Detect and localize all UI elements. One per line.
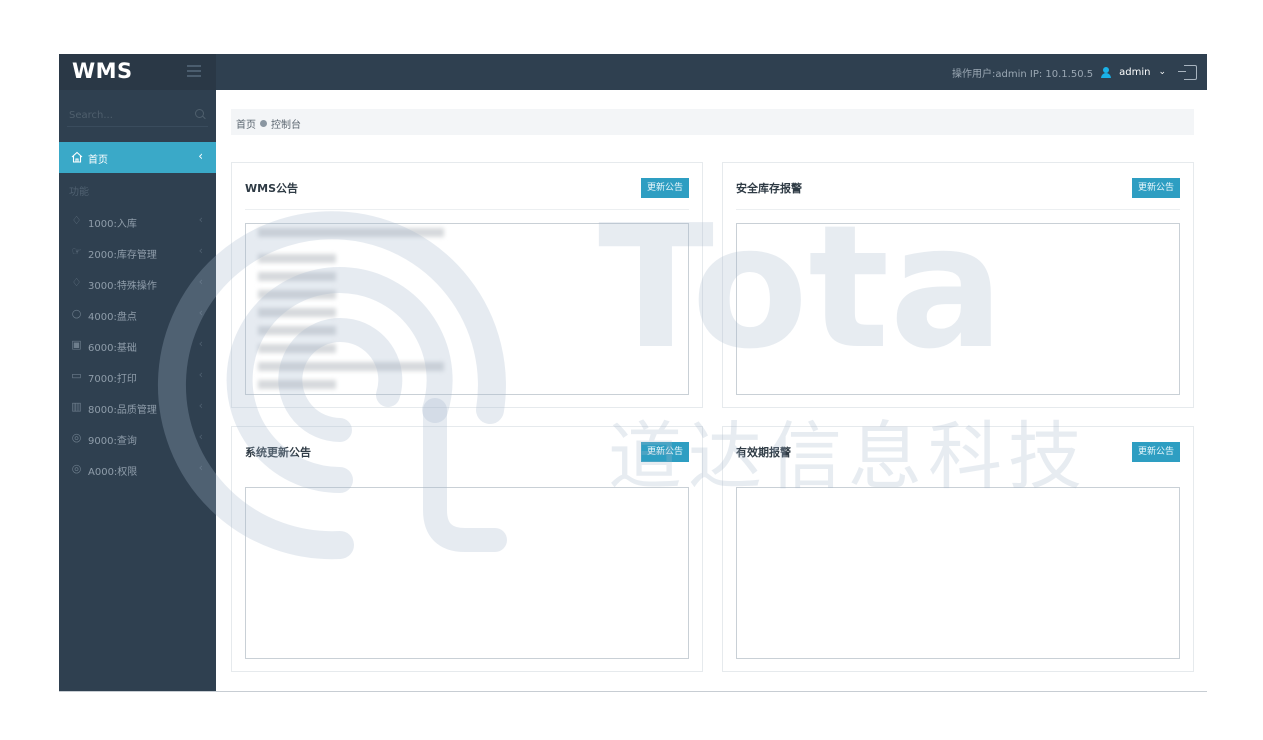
- chevron-left-icon: ‹: [198, 461, 203, 474]
- chevron-left-icon: ‹: [198, 306, 203, 319]
- chevron-left-icon: ‹: [198, 430, 203, 443]
- user-menu[interactable]: admin: [1119, 67, 1150, 78]
- blurred-text: [258, 290, 336, 299]
- home-icon: [71, 151, 83, 163]
- sidebar-item-label: 9000:查询: [88, 436, 137, 447]
- update-notice-button[interactable]: 更新公告: [1131, 178, 1180, 198]
- menu-toggle-icon[interactable]: [187, 65, 201, 79]
- chevron-left-icon: ‹: [198, 149, 203, 163]
- chevron-left-icon: ‹: [198, 275, 203, 288]
- sidebar-item-inventory[interactable]: ☞ 2000:库存管理 ‹: [59, 237, 216, 268]
- sidebar-item-label: 7000:打印: [88, 374, 137, 385]
- chevron-left-icon: ‹: [198, 244, 203, 257]
- update-notice-button[interactable]: 更新公告: [640, 178, 689, 198]
- sidebar-item-label: 3000:特殊操作: [88, 281, 157, 292]
- box-icon: ▣: [71, 338, 82, 351]
- top-right-area: 操作用户:admin IP: 10.1.50.5 admin ⌄: [952, 54, 1197, 90]
- panel-safety-stock-alert: 安全库存报警 更新公告: [722, 162, 1194, 408]
- user-icon: [1101, 66, 1112, 78]
- operator-info: 操作用户:admin IP: 10.1.50.5: [951, 68, 1094, 80]
- sidebar-section-label: 功能: [69, 187, 89, 198]
- sidebar-item-label: 6000:基础: [88, 343, 137, 354]
- location-icon: ◎: [71, 431, 82, 444]
- location-icon: ◎: [71, 462, 82, 475]
- bulb-icon: ○: [71, 307, 82, 320]
- divider: [736, 209, 1180, 210]
- sidebar-item-quality[interactable]: ▥ 8000:品质管理 ‹: [59, 392, 216, 423]
- sidebar-item-label: 8000:品质管理: [88, 405, 157, 416]
- blurred-text: [258, 308, 336, 317]
- breadcrumb-current: 控制台: [271, 120, 301, 131]
- sidebar-item-basic[interactable]: ▣ 6000:基础 ‹: [59, 330, 216, 361]
- search-icon[interactable]: [195, 109, 204, 118]
- gem-icon: ♢: [71, 276, 82, 289]
- panel-title: 安全库存报警: [736, 182, 802, 195]
- brand-area: WMS: [59, 54, 216, 90]
- blurred-text: [258, 326, 336, 335]
- breadcrumb-home[interactable]: 首页: [236, 116, 256, 131]
- update-notice-button[interactable]: 更新公告: [1131, 442, 1180, 462]
- sidebar-item-query[interactable]: ◎ 9000:查询 ‹: [59, 423, 216, 454]
- sidebar-search: [67, 104, 208, 127]
- divider: [245, 209, 689, 210]
- panel-title: 系统更新公告: [245, 446, 311, 459]
- sidebar-item-home[interactable]: 首页 ‹: [59, 142, 216, 173]
- blurred-text: [258, 272, 336, 281]
- blurred-text: [258, 344, 336, 353]
- logout-icon[interactable]: [1178, 64, 1197, 80]
- sidebar-item-label: 4000:盘点: [88, 312, 137, 323]
- blurred-text: [258, 380, 336, 389]
- bar-chart-icon: ▥: [71, 400, 82, 413]
- breadcrumb: 首页 控制台: [231, 109, 1194, 135]
- chevron-left-icon: ‹: [198, 213, 203, 226]
- sidebar-item-print[interactable]: ▭ 7000:打印 ‹: [59, 361, 216, 392]
- alert-content-box: [736, 223, 1180, 395]
- panel-title: WMS公告: [245, 182, 299, 195]
- sidebar-item-stocktake[interactable]: ○ 4000:盘点 ‹: [59, 299, 216, 330]
- panel-system-update: 系统更新公告 更新公告: [231, 426, 703, 672]
- chevron-left-icon: ‹: [198, 399, 203, 412]
- panel-expiry-alert: 有效期报警 更新公告: [722, 426, 1194, 672]
- sidebar: 首页 ‹ 功能 ♢ 1000:入库 ‹ ☞ 2000:库存管理 ‹ ♢ 3000…: [59, 90, 216, 692]
- search-input[interactable]: [67, 106, 189, 124]
- sidebar-item-label: 2000:库存管理: [88, 250, 157, 261]
- blurred-text: [258, 362, 444, 371]
- chevron-left-icon: ‹: [198, 337, 203, 350]
- update-content-box: [245, 487, 689, 659]
- gem-icon: ♢: [71, 214, 82, 227]
- notice-content-box: [245, 223, 689, 395]
- hand-icon: ☞: [71, 245, 82, 258]
- main-content: 首页 控制台 WMS公告 更新公告 安全库存报警 更新公告 系统更新公告 更新公…: [216, 90, 1207, 692]
- chevron-left-icon: ‹: [198, 368, 203, 381]
- sidebar-item-label: 1000:入库: [88, 219, 137, 230]
- update-notice-button[interactable]: 更新公告: [640, 442, 689, 462]
- top-bar: WMS 操作用户:admin IP: 10.1.50.5 admin ⌄: [59, 54, 1207, 90]
- breadcrumb-separator-icon: [260, 120, 267, 127]
- sidebar-item-inbound[interactable]: ♢ 1000:入库 ‹: [59, 206, 216, 237]
- app-window: WMS 操作用户:admin IP: 10.1.50.5 admin ⌄ 首页 …: [59, 54, 1207, 692]
- blurred-text: [258, 228, 444, 237]
- panel-title: 有效期报警: [736, 446, 791, 459]
- divider: [59, 691, 1207, 692]
- expiry-content-box: [736, 487, 1180, 659]
- sidebar-item-special-ops[interactable]: ♢ 3000:特殊操作 ‹: [59, 268, 216, 299]
- blurred-text: [258, 254, 336, 263]
- sidebar-item-permissions[interactable]: ◎ A000:权限 ‹: [59, 454, 216, 485]
- brand-logo: WMS: [72, 59, 133, 83]
- sidebar-item-label: 首页: [88, 155, 108, 166]
- panel-wms-notice: WMS公告 更新公告: [231, 162, 703, 408]
- folder-icon: ▭: [71, 369, 82, 382]
- chevron-down-icon[interactable]: ⌄: [1158, 67, 1166, 77]
- sidebar-item-label: A000:权限: [88, 467, 138, 478]
